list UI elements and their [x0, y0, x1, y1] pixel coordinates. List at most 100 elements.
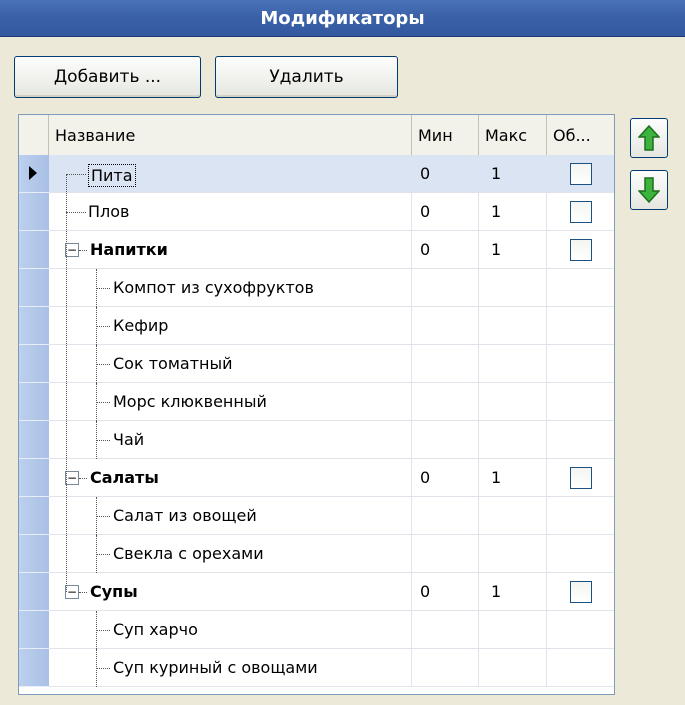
- cell-name[interactable]: Суп куриный с овощами: [49, 649, 412, 687]
- row-header[interactable]: [19, 383, 49, 421]
- required-checkbox[interactable]: [570, 162, 592, 185]
- cell-name[interactable]: Суп харчо: [49, 611, 412, 649]
- table-row[interactable]: − Супы 0 1: [19, 573, 614, 611]
- cell-min[interactable]: [412, 535, 479, 573]
- cell-max[interactable]: [479, 345, 547, 383]
- row-header[interactable]: [19, 269, 49, 307]
- cell-max[interactable]: 1: [479, 155, 547, 193]
- table-row[interactable]: Суп харчо: [19, 611, 614, 649]
- cell-name[interactable]: Плов: [49, 193, 412, 231]
- table-row[interactable]: Салат из овощей: [19, 497, 614, 535]
- cell-required[interactable]: [547, 307, 614, 345]
- cell-required[interactable]: [547, 231, 614, 269]
- table-row[interactable]: Пита 0 1: [19, 155, 614, 193]
- row-header[interactable]: [19, 649, 49, 687]
- cell-name[interactable]: Пита: [49, 155, 412, 193]
- cell-required[interactable]: [547, 649, 614, 687]
- cell-min[interactable]: 0: [412, 155, 479, 193]
- column-header-min[interactable]: Мин: [412, 115, 479, 155]
- required-checkbox[interactable]: [570, 238, 592, 261]
- required-checkbox[interactable]: [570, 580, 592, 603]
- cell-max[interactable]: 1: [479, 193, 547, 231]
- column-header-max[interactable]: Макс: [479, 115, 547, 155]
- add-button[interactable]: Добавить ...: [14, 56, 201, 98]
- cell-max[interactable]: [479, 307, 547, 345]
- cell-min[interactable]: 0: [412, 231, 479, 269]
- table-row[interactable]: Свекла с орехами: [19, 535, 614, 573]
- cell-min[interactable]: [412, 611, 479, 649]
- cell-name[interactable]: − Салаты: [49, 459, 412, 497]
- collapse-icon[interactable]: −: [65, 585, 79, 599]
- cell-max[interactable]: [479, 611, 547, 649]
- cell-name[interactable]: Чай: [49, 421, 412, 459]
- cell-name[interactable]: Компот из сухофруктов: [49, 269, 412, 307]
- row-header[interactable]: [19, 459, 49, 497]
- table-row[interactable]: Кефир: [19, 307, 614, 345]
- cell-required[interactable]: [547, 383, 614, 421]
- cell-max[interactable]: 1: [479, 459, 547, 497]
- collapse-icon[interactable]: −: [65, 471, 79, 485]
- row-header[interactable]: [19, 155, 49, 193]
- cell-min[interactable]: [412, 649, 479, 687]
- cell-max[interactable]: 1: [479, 231, 547, 269]
- cell-max[interactable]: [479, 383, 547, 421]
- cell-required[interactable]: [547, 421, 614, 459]
- cell-min[interactable]: [412, 307, 479, 345]
- cell-min[interactable]: [412, 383, 479, 421]
- cell-name[interactable]: Кефир: [49, 307, 412, 345]
- table-row[interactable]: Компот из сухофруктов: [19, 269, 614, 307]
- cell-required[interactable]: [547, 497, 614, 535]
- row-header[interactable]: [19, 307, 49, 345]
- cell-max[interactable]: [479, 269, 547, 307]
- cell-name[interactable]: Морс клюквенный: [49, 383, 412, 421]
- move-up-button[interactable]: [630, 118, 668, 158]
- cell-required[interactable]: [547, 459, 614, 497]
- cell-min[interactable]: [412, 345, 479, 383]
- move-down-button[interactable]: [630, 170, 668, 210]
- cell-max[interactable]: 1: [479, 573, 547, 611]
- cell-min[interactable]: [412, 497, 479, 535]
- row-header[interactable]: [19, 535, 49, 573]
- table-row[interactable]: − Напитки 0 1: [19, 231, 614, 269]
- cell-required[interactable]: [547, 573, 614, 611]
- cell-name[interactable]: Свекла с орехами: [49, 535, 412, 573]
- cell-required[interactable]: [547, 535, 614, 573]
- cell-name[interactable]: − Напитки: [49, 231, 412, 269]
- row-header[interactable]: [19, 573, 49, 611]
- table-row[interactable]: Суп куриный с овощами: [19, 649, 614, 687]
- cell-max[interactable]: [479, 421, 547, 459]
- row-header[interactable]: [19, 497, 49, 535]
- required-checkbox[interactable]: [570, 466, 592, 489]
- table-row[interactable]: Сок томатный: [19, 345, 614, 383]
- table-row[interactable]: Плов 0 1: [19, 193, 614, 231]
- cell-max[interactable]: [479, 649, 547, 687]
- required-checkbox[interactable]: [570, 200, 592, 223]
- cell-min[interactable]: [412, 269, 479, 307]
- cell-required[interactable]: [547, 193, 614, 231]
- cell-min[interactable]: 0: [412, 459, 479, 497]
- cell-max[interactable]: [479, 497, 547, 535]
- row-header[interactable]: [19, 345, 49, 383]
- table-row[interactable]: Чай: [19, 421, 614, 459]
- cell-max[interactable]: [479, 535, 547, 573]
- cell-required[interactable]: [547, 155, 614, 193]
- column-header-name[interactable]: Название: [49, 115, 412, 155]
- cell-min[interactable]: [412, 421, 479, 459]
- row-header[interactable]: [19, 611, 49, 649]
- cell-name[interactable]: − Супы: [49, 573, 412, 611]
- modifiers-grid[interactable]: Название Мин Макс Об... Пита 0 1 Плов 0 1− Нап…: [18, 114, 615, 695]
- table-row[interactable]: − Салаты 0 1: [19, 459, 614, 497]
- collapse-icon[interactable]: −: [65, 243, 79, 257]
- cell-min[interactable]: 0: [412, 193, 479, 231]
- row-header[interactable]: [19, 421, 49, 459]
- cell-min[interactable]: 0: [412, 573, 479, 611]
- cell-name[interactable]: Салат из овощей: [49, 497, 412, 535]
- cell-required[interactable]: [547, 269, 614, 307]
- column-header-required[interactable]: Об...: [547, 115, 614, 155]
- cell-name[interactable]: Сок томатный: [49, 345, 412, 383]
- row-header[interactable]: [19, 231, 49, 269]
- cell-required[interactable]: [547, 345, 614, 383]
- table-row[interactable]: Морс клюквенный: [19, 383, 614, 421]
- cell-required[interactable]: [547, 611, 614, 649]
- delete-button[interactable]: Удалить: [215, 56, 398, 98]
